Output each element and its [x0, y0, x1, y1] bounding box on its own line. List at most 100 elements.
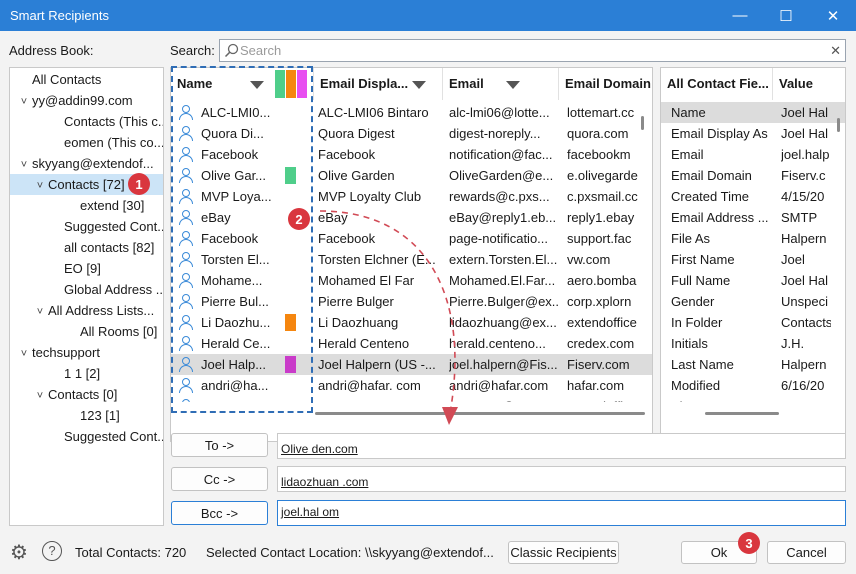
cell-domain: lottemart.cc — [567, 105, 635, 120]
tree-item[interactable]: eomen (This co... — [10, 132, 163, 153]
col-header-email[interactable]: Email — [443, 68, 559, 100]
tree-item[interactable]: ˅ All Address Lists... — [10, 300, 163, 321]
cell-domain: credex.com — [567, 336, 635, 351]
vertical-scrollbar[interactable] — [837, 118, 840, 132]
col-header-domain[interactable]: Email Domain — [559, 68, 652, 100]
address-book-tree[interactable]: All Contacts ˅ yy@addin99.com Contacts (Thi… — [9, 67, 164, 526]
cell-domain: reply1.ebay — [567, 210, 635, 225]
tree-item[interactable]: 123 [1] — [10, 405, 163, 426]
bcc-field[interactable]: joel.hal om — [277, 500, 846, 526]
detail-row[interactable]: Modified 6/16/20 — [661, 375, 845, 396]
contact-details-panel[interactable]: All Contact Fie... Value Name Joel Hal Ema… — [660, 67, 846, 442]
detail-row[interactable]: First Name Joel — [661, 249, 845, 270]
chevron-down-icon[interactable]: ˅ — [32, 386, 48, 407]
tree-item-label: Suggested Cont... — [64, 429, 164, 444]
step-badge-2: 2 — [288, 208, 310, 230]
col-header-value[interactable]: Value — [773, 68, 845, 100]
tree-item[interactable]: EO [9] — [10, 258, 163, 279]
tree-item[interactable]: ˅ skyyang@extendof... — [10, 153, 163, 174]
cell-domain: extendoffice — [567, 315, 637, 330]
sort-arrow-icon[interactable] — [505, 80, 520, 89]
title-bar: Smart Recipients — ☐ ✕ — [0, 0, 856, 31]
tree-item[interactable]: ˅ yy@addin99.com — [10, 90, 163, 111]
cell-domain: vw.com — [567, 252, 611, 267]
detail-field: Gender — [671, 294, 715, 309]
chevron-down-icon[interactable]: ˅ — [16, 155, 32, 176]
tree-item[interactable]: Suggested Cont... — [10, 426, 163, 447]
maximize-button[interactable]: ☐ — [763, 0, 809, 31]
cell-domain: Fiserv.com — [567, 357, 630, 372]
tree-item[interactable]: Global Address ... — [10, 279, 163, 300]
tree-item[interactable]: Contacts (This c... — [10, 111, 163, 132]
to-button[interactable]: To -> — [171, 433, 268, 457]
tree-item[interactable]: All Contacts — [10, 69, 163, 90]
cell-domain: corp.xplorn — [567, 294, 632, 309]
detail-value: 6/16/20 — [781, 378, 825, 393]
to-field[interactable]: Olive den.com — [277, 433, 846, 459]
detail-row[interactable]: Last Name Halpern — [661, 354, 845, 375]
detail-field: Full Name — [671, 273, 731, 288]
detail-value: Contacts — [781, 315, 831, 330]
detail-row[interactable]: Name Joel Hal — [661, 102, 845, 123]
tree-item-label: all contacts [82] — [64, 240, 155, 255]
detail-field: Created Time — [671, 189, 750, 204]
cell-domain: aero.bomba — [567, 273, 637, 288]
detail-row[interactable]: Email joel.halp — [661, 144, 845, 165]
tree-item[interactable]: ˅ Contacts [0] — [10, 384, 163, 405]
detail-row[interactable]: Gender Unspeci — [661, 291, 845, 312]
address-book-label: Address Book: — [9, 43, 94, 58]
detail-row[interactable]: File As Halpern — [661, 228, 845, 249]
detail-row[interactable]: Initials J.H. — [661, 333, 845, 354]
detail-field: Initials — [671, 336, 708, 351]
horizontal-scrollbar[interactable] — [705, 412, 779, 415]
detail-row[interactable]: Full Name Joel Hal — [661, 270, 845, 291]
detail-row[interactable]: Created Time 4/15/20 — [661, 186, 845, 207]
tree-item[interactable]: 1 1 [2] — [10, 363, 163, 384]
search-input[interactable] — [240, 42, 820, 59]
detail-value: 3 KB — [781, 396, 831, 402]
settings-gear-icon[interactable]: ⚙ — [10, 540, 28, 565]
detail-field: File As — [671, 231, 711, 246]
drag-arrow-annotation — [319, 210, 458, 425]
chevron-down-icon[interactable]: ˅ — [16, 344, 32, 365]
tree-item[interactable]: Suggested Cont... — [10, 216, 163, 237]
search-box[interactable]: ✕ — [219, 39, 846, 62]
search-label: Search: — [170, 43, 215, 58]
minimize-button[interactable]: — — [717, 0, 763, 31]
cc-button[interactable]: Cc -> — [171, 467, 268, 491]
chevron-down-icon[interactable]: ˅ — [32, 176, 48, 197]
col-header-field[interactable]: All Contact Fie... — [661, 68, 773, 100]
vertical-scrollbar[interactable] — [641, 116, 644, 130]
detail-value: Unspeci — [781, 294, 828, 309]
detail-value: J.H. — [781, 336, 805, 351]
cell-email: alc-lmi06@lotte... — [449, 105, 550, 120]
classic-recipients-button[interactable]: Classic Recipients — [508, 541, 619, 564]
selected-location: Selected Contact Location: \\skyyang@ext… — [206, 545, 494, 560]
bcc-button[interactable]: Bcc -> — [171, 501, 268, 525]
tree-item-label: extend [30] — [80, 198, 145, 213]
clear-search-icon[interactable]: ✕ — [830, 43, 841, 59]
tree-item[interactable]: all contacts [82] — [10, 237, 163, 258]
help-icon[interactable]: ? — [42, 541, 62, 561]
tree-item-label: 123 [1] — [80, 408, 120, 423]
tree-item[interactable]: extend [30] — [10, 195, 163, 216]
cc-field[interactable]: lidaozhuan .com — [277, 466, 846, 492]
col-header-display[interactable]: Email Displa... — [313, 68, 443, 100]
detail-field: Email Display As — [671, 126, 768, 141]
detail-row[interactable]: Email Domain Fiserv.c — [661, 165, 845, 186]
detail-row[interactable]: Size 3 KB — [661, 396, 845, 402]
tree-item-label: Contacts [0] — [48, 387, 118, 402]
detail-row[interactable]: Email Address ... SMTP — [661, 207, 845, 228]
detail-row[interactable]: Email Display As Joel Hal — [661, 123, 845, 144]
chevron-down-icon[interactable]: ˅ — [32, 302, 48, 323]
tree-item[interactable]: All Rooms [0] — [10, 321, 163, 342]
detail-row[interactable]: In Folder Contacts — [661, 312, 845, 333]
sort-arrow-icon[interactable] — [412, 80, 427, 89]
to-field-value: Olive den.com — [281, 442, 358, 456]
tree-item[interactable]: ˅ techsupport — [10, 342, 163, 363]
close-button[interactable]: ✕ — [810, 0, 856, 31]
cancel-button[interactable]: Cancel — [767, 541, 846, 564]
chevron-down-icon[interactable]: ˅ — [16, 92, 32, 113]
detail-field: First Name — [671, 252, 735, 267]
tree-item-label: 1 1 [2] — [64, 366, 101, 381]
